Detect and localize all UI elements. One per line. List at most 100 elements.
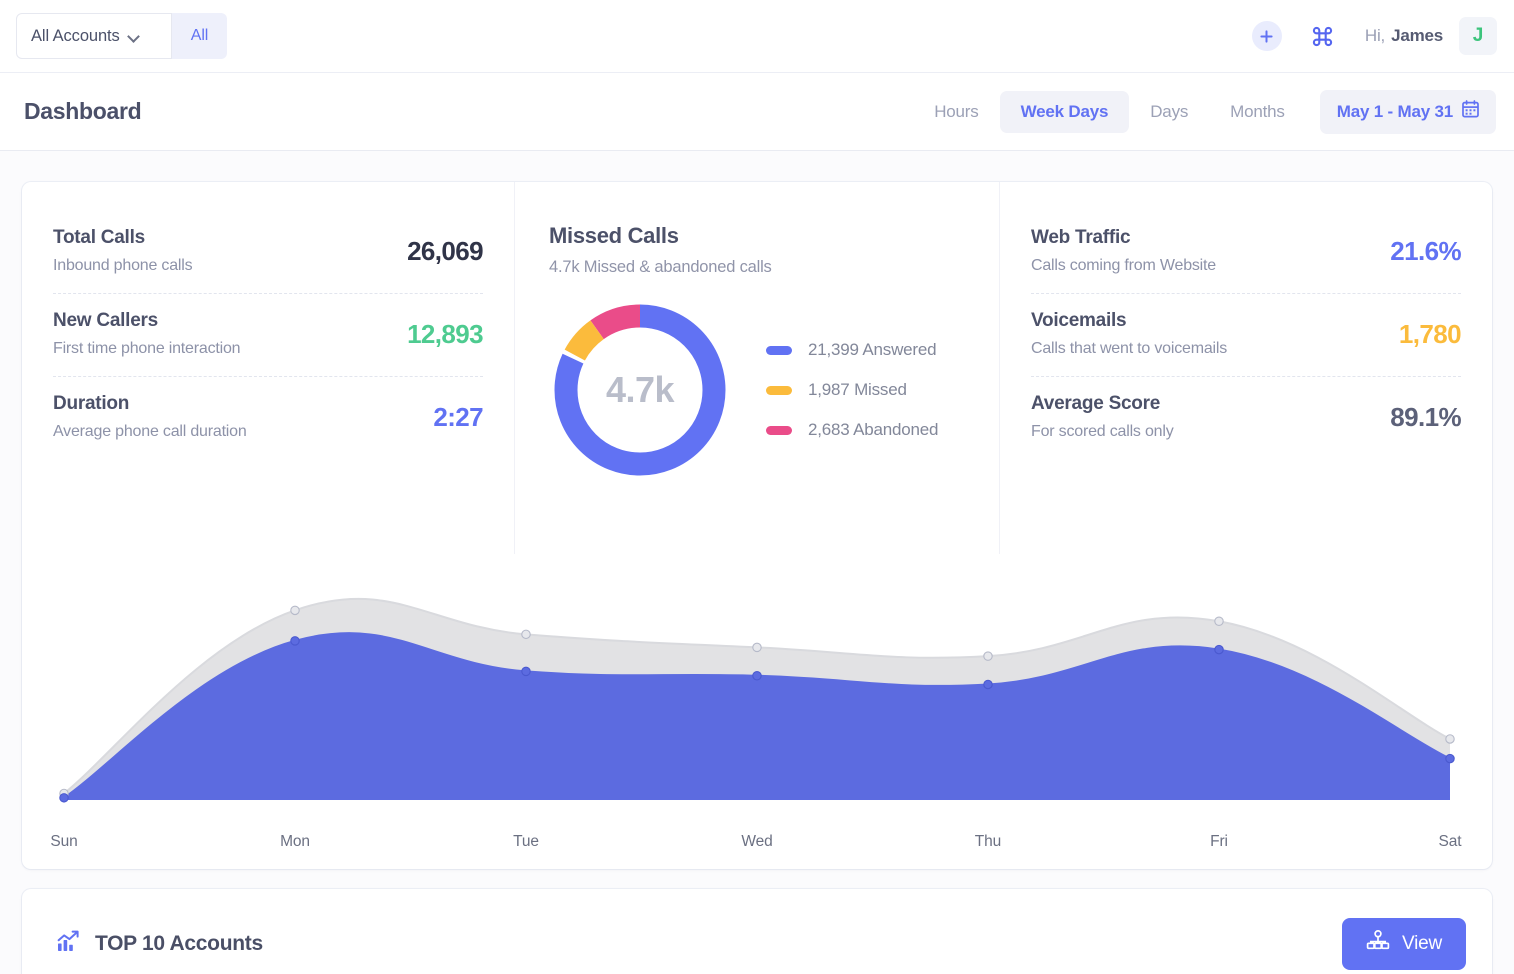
stat-total-calls-value: 26,069	[407, 235, 484, 266]
stat-voicemails: Voicemails Calls that went to voicemails…	[1031, 293, 1462, 376]
page-header: Dashboard Hours Week Days Days Months Ma…	[0, 73, 1514, 151]
tab-months-label: Months	[1230, 101, 1285, 121]
stat-new-callers-title: New Callers	[53, 310, 158, 331]
tab-days[interactable]: Days	[1129, 91, 1209, 133]
data-point	[290, 605, 300, 616]
tab-hours[interactable]: Hours	[913, 91, 999, 133]
data-point	[752, 670, 762, 681]
calendar-icon	[1462, 100, 1479, 123]
stat-web-traffic-title: Web Traffic	[1031, 227, 1131, 248]
period-tabs: Hours Week Days Days Months May 1 - May …	[913, 89, 1496, 134]
account-select-label: All Accounts	[31, 26, 120, 45]
tab-week-days-label: Week Days	[1020, 101, 1109, 121]
stat-total-calls-subtitle: Inbound phone calls	[53, 257, 193, 274]
page-title: Dashboard	[24, 98, 142, 124]
stat-duration: Duration Average phone call duration 2:2…	[53, 376, 484, 459]
stat-web-traffic: Web Traffic Calls coming from Website 21…	[1031, 211, 1462, 293]
missed-calls-donut-chart: 4.7k	[549, 299, 731, 481]
stat-voicemails-title: Voicemails	[1031, 310, 1127, 331]
data-point	[1445, 753, 1455, 764]
stat-voicemails-value: 1,780	[1398, 318, 1462, 349]
legend-item-answered: 21,399 Answered	[766, 340, 938, 360]
top-bar: All Accounts All Hi, James J	[0, 0, 1514, 73]
stat-average-score-title: Average Score	[1031, 393, 1161, 414]
stat-duration-subtitle: Average phone call duration	[53, 423, 247, 440]
legend-item-missed: 1,987 Missed	[766, 380, 938, 400]
account-select[interactable]: All Accounts	[16, 13, 172, 59]
all-accounts-badge[interactable]: All	[172, 13, 227, 59]
chevron-down-icon	[129, 31, 140, 42]
chart-x-axis-labels: Sun Mon Tue Wed Thu Fri Sat	[22, 833, 1492, 851]
data-point	[983, 651, 993, 661]
missed-calls-card: Missed Calls 4.7k Missed & abandoned cal…	[514, 182, 1000, 554]
date-range-picker[interactable]: May 1 - May 31	[1319, 89, 1496, 134]
x-axis-label-tue: Tue	[513, 833, 539, 850]
plus-icon[interactable]	[1251, 21, 1282, 51]
all-badge-label: All	[190, 27, 209, 44]
org-chart-icon	[1366, 930, 1390, 958]
tab-week-days[interactable]: Week Days	[999, 90, 1130, 133]
x-axis-label-wed: Wed	[741, 833, 773, 850]
stat-duration-value: 2:27	[433, 401, 483, 432]
data-point	[521, 629, 531, 640]
dashboard-app: All Accounts All Hi, James J Dashboard H…	[0, 0, 1514, 974]
donut-center-value: 4.7k	[605, 369, 675, 410]
legend-swatch-answered	[766, 345, 792, 355]
data-point	[521, 666, 531, 677]
legend-swatch-missed	[766, 385, 792, 395]
legend-label-answered: 21,399 Answered	[808, 340, 937, 359]
command-icon[interactable]	[1310, 24, 1335, 49]
top-accounts-title: TOP 10 Accounts	[95, 932, 263, 955]
legend-label-abandoned: 2,683 Abandoned	[808, 420, 939, 439]
legend-label-missed: 1,987 Missed	[808, 380, 907, 399]
data-point	[1445, 734, 1455, 744]
stat-web-traffic-subtitle: Calls coming from Website	[1031, 257, 1216, 274]
x-axis-label-thu: Thu	[974, 833, 1002, 850]
greeting-text: Hi,	[1364, 26, 1386, 45]
legend-swatch-abandoned	[766, 425, 792, 435]
date-range-label: May 1 - May 31	[1336, 101, 1453, 121]
chart-increasing-icon	[56, 929, 81, 959]
data-point	[1214, 644, 1224, 655]
dashboard-panel: Total Calls Inbound phone calls 26,069 N…	[22, 182, 1492, 869]
stats-right-card: Web Traffic Calls coming from Website 21…	[1000, 182, 1492, 554]
donut-legend: 21,399 Answered 1,987 Missed 2,683 Aband…	[766, 340, 939, 440]
stat-average-score-value: 89.1%	[1390, 401, 1461, 432]
stat-average-score: Average Score For scored calls only 89.1…	[1031, 376, 1462, 459]
data-point	[983, 679, 993, 690]
x-axis-label-fri: Fri	[1210, 833, 1228, 850]
avatar-initial: J	[1472, 25, 1484, 46]
stat-new-callers: New Callers First time phone interaction…	[53, 293, 484, 376]
stat-web-traffic-value: 21.6%	[1390, 235, 1461, 266]
data-point	[290, 636, 300, 646]
tab-months[interactable]: Months	[1209, 91, 1306, 133]
stat-total-calls-title: Total Calls	[53, 227, 145, 248]
missed-calls-donut-wrap: 4.7k 21,399 Answered 1,987 Missed 2,683 …	[549, 299, 968, 481]
stat-voicemails-subtitle: Calls that went to voicemails	[1031, 340, 1228, 357]
view-button-label: View	[1401, 933, 1442, 954]
legend-item-abandoned: 2,683 Abandoned	[766, 420, 939, 440]
account-filter-group: All Accounts All	[16, 13, 227, 59]
tab-hours-label: Hours	[934, 101, 979, 121]
top-accounts-heading: TOP 10 Accounts	[56, 929, 263, 959]
avatar[interactable]: J	[1459, 17, 1497, 55]
x-axis-label-sun: Sun	[50, 833, 78, 850]
missed-calls-subtitle: 4.7k Missed & abandoned calls	[549, 258, 772, 276]
missed-calls-title: Missed Calls	[549, 223, 679, 248]
data-point	[59, 793, 69, 803]
top-accounts-card: TOP 10 Accounts View	[22, 889, 1492, 974]
view-button[interactable]: View	[1341, 918, 1466, 970]
tab-days-label: Days	[1150, 101, 1189, 121]
stat-total-calls: Total Calls Inbound phone calls 26,069	[53, 211, 484, 293]
stat-new-callers-subtitle: First time phone interaction	[53, 340, 241, 357]
topbar-actions: Hi, James J	[1251, 17, 1497, 55]
stats-left-card: Total Calls Inbound phone calls 26,069 N…	[22, 182, 514, 554]
user-name: James	[1391, 26, 1443, 45]
stat-duration-title: Duration	[53, 393, 130, 414]
data-point	[752, 642, 762, 653]
stat-average-score-subtitle: For scored calls only	[1031, 423, 1174, 440]
weekly-calls-area-chart: Sun Mon Tue Wed Thu Fri Sat	[22, 554, 1492, 869]
data-point	[1214, 616, 1224, 626]
x-axis-label-sat: Sat	[1438, 833, 1462, 850]
x-axis-label-mon: Mon	[280, 833, 310, 850]
